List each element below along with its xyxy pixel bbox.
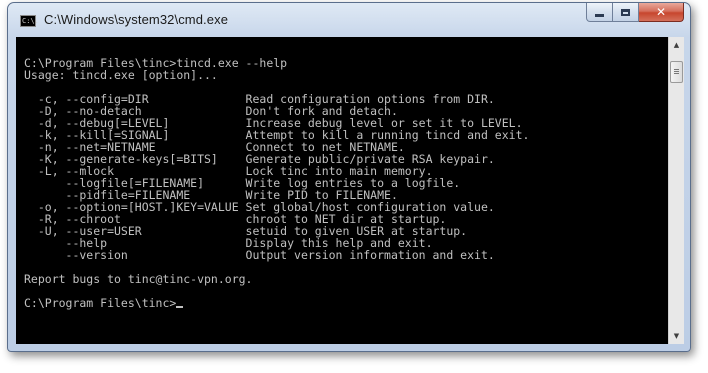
- console-text: C:\Program Files\tinc>tincd.exe --help U…: [24, 57, 529, 309]
- grip-line: [674, 71, 679, 72]
- scroll-up-button[interactable]: ▲: [669, 37, 684, 53]
- vertical-scrollbar[interactable]: ▲ ▼: [668, 37, 684, 344]
- close-icon: ✕: [655, 5, 667, 19]
- minimize-icon: [595, 13, 604, 17]
- console-line: --version Output version information and…: [65, 248, 495, 262]
- console-output[interactable]: C:\Program Files\tinc>tincd.exe --help U…: [16, 37, 668, 344]
- close-button[interactable]: ✕: [639, 3, 684, 22]
- cmd-icon[interactable]: C:\.: [20, 15, 39, 27]
- grip-line: [674, 73, 679, 74]
- minimize-button[interactable]: [586, 3, 613, 22]
- console-line: Usage: tincd.exe [option]...: [24, 68, 218, 82]
- maximize-icon: [621, 8, 630, 16]
- maximize-button[interactable]: [613, 3, 639, 22]
- caption-buttons: ✕: [586, 3, 684, 23]
- title-bar[interactable]: C:\. C:\Windows\system32\cmd.exe ✕: [8, 3, 690, 37]
- scroll-down-button[interactable]: ▼: [669, 328, 684, 344]
- prompt: C:\Program Files\tinc>: [24, 296, 177, 310]
- cmd-window: C:\. C:\Windows\system32\cmd.exe ✕ C:\Pr…: [7, 2, 691, 352]
- scrollbar-thumb[interactable]: [670, 61, 683, 83]
- arrow-up-icon: ▲: [673, 41, 680, 49]
- text-cursor: [176, 306, 184, 308]
- console-lines: C:\Program Files\tinc>tincd.exe --help U…: [24, 56, 529, 286]
- window-title: C:\Windows\system32\cmd.exe: [44, 12, 229, 27]
- arrow-down-icon: ▼: [673, 332, 680, 340]
- console-line: Report bugs to tinc@tinc-vpn.org.: [24, 272, 253, 286]
- grip-line: [674, 69, 679, 70]
